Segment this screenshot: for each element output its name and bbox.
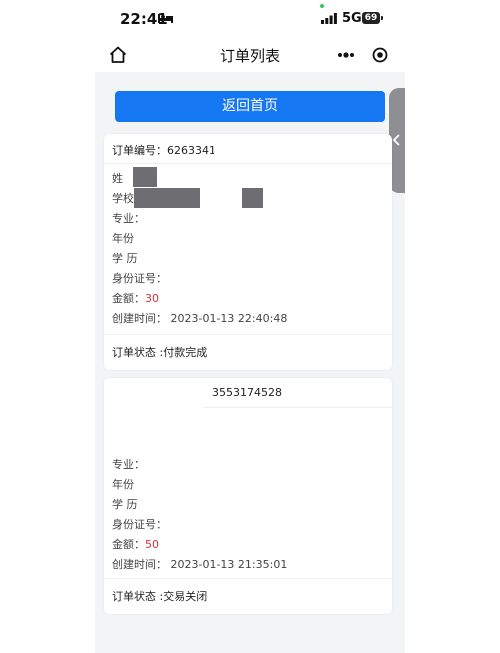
amount-label: 金额： bbox=[112, 538, 145, 551]
privacy-indicator bbox=[320, 4, 324, 8]
redacted-block bbox=[134, 188, 200, 208]
amount-row: 金额：50 bbox=[112, 536, 159, 552]
id-number-label: 身份证号： bbox=[112, 518, 167, 531]
chevron-left-icon bbox=[392, 134, 400, 146]
status-bar: 22:41 5G 69 bbox=[0, 0, 500, 38]
order-status: 订单状态 :付款完成 bbox=[112, 346, 208, 359]
school-label: 学校 bbox=[112, 192, 134, 205]
order-card[interactable]: 3553174528 专业： 年份 学 历 身份证号： 金额：50 创建时间： … bbox=[104, 378, 392, 614]
nav-bar: 订单列表 bbox=[95, 38, 405, 72]
year-label: 年份 bbox=[112, 478, 134, 491]
major-label: 专业： bbox=[112, 212, 145, 225]
redacted-block bbox=[133, 167, 157, 187]
created-time: 创建时间： 2023-01-13 22:40:48 bbox=[112, 312, 288, 325]
education-label: 学 历 bbox=[112, 252, 138, 265]
amount-value: 30 bbox=[145, 292, 159, 305]
amount-value: 50 bbox=[145, 538, 159, 551]
redacted-block bbox=[242, 188, 263, 208]
amount-row: 金额：30 bbox=[112, 290, 159, 306]
divider bbox=[104, 334, 392, 335]
network-label: 5G bbox=[342, 11, 362, 26]
order-number: 3553174528 bbox=[212, 386, 282, 399]
name-label: 姓 bbox=[112, 172, 123, 185]
amount-label: 金额： bbox=[112, 292, 145, 305]
created-time: 创建时间： 2023-01-13 21:35:01 bbox=[112, 558, 288, 571]
redaction-fade bbox=[214, 138, 389, 160]
signal-icon bbox=[321, 13, 337, 24]
close-target-icon[interactable] bbox=[372, 47, 388, 63]
bed-icon bbox=[158, 14, 173, 23]
order-number: 订单编号：62633418 bbox=[112, 144, 223, 157]
education-label: 学 历 bbox=[112, 498, 138, 511]
more-icon[interactable] bbox=[337, 48, 355, 62]
back-home-button[interactable]: 返回首页 bbox=[115, 91, 385, 122]
order-status: 订单状态 :交易关闭 bbox=[112, 590, 208, 603]
battery-icon: 69 bbox=[362, 12, 383, 24]
mini-program-capsule bbox=[332, 43, 398, 67]
order-card[interactable]: 订单编号：62633418 姓 学校 专业： 年份 学 历 身份证号： 金额：3… bbox=[104, 134, 392, 370]
year-label: 年份 bbox=[112, 232, 134, 245]
divider bbox=[104, 163, 392, 164]
redaction-fade bbox=[104, 380, 204, 458]
id-number-label: 身份证号： bbox=[112, 272, 167, 285]
major-label: 专业： bbox=[112, 458, 145, 471]
divider bbox=[104, 578, 392, 579]
